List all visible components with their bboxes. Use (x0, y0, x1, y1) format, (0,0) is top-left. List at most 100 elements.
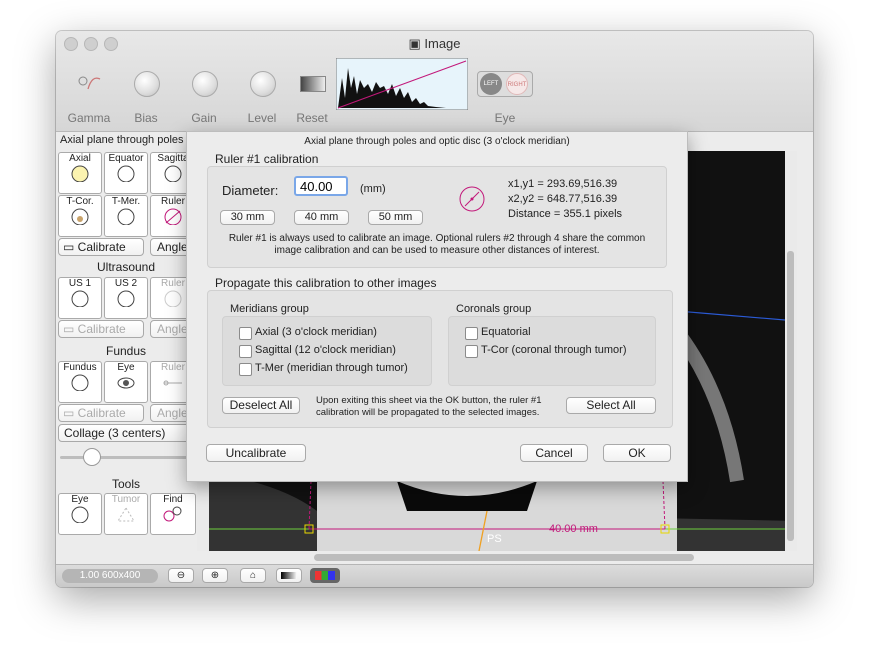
plane-label: Axial plane through poles an (60, 134, 196, 146)
select-all-button[interactable]: Select All (566, 397, 656, 414)
preset-50mm-button[interactable]: 50 mm (368, 210, 423, 225)
us1-icon (71, 290, 89, 308)
ruler-calibration-sheet: Axial plane through poles and optic disc… (186, 131, 688, 482)
histogram-display[interactable] (336, 58, 468, 110)
cancel-button[interactable]: Cancel (520, 444, 588, 462)
unit-label: (mm) (360, 183, 386, 195)
preset-30mm-button[interactable]: 30 mm (220, 210, 275, 225)
meridians-group: Axial (3 o'clock meridian) Sagittal (12 … (222, 316, 432, 386)
eye-outline-icon (71, 506, 89, 524)
ruler-icon (164, 208, 182, 226)
t-mer-icon (117, 208, 135, 226)
level-knob[interactable] (250, 71, 276, 97)
collage-select[interactable]: Collage (3 centers) (58, 424, 196, 442)
tool-t-cor[interactable]: T-Cor. (58, 195, 102, 237)
axial-icon (71, 165, 89, 183)
t-cor-checkbox-label: T-Cor (coronal through tumor) (481, 344, 627, 356)
tool-us2[interactable]: US 2 (104, 277, 148, 319)
zoom-out-icon[interactable]: ⊖ (168, 568, 194, 583)
meridians-title: Meridians group (230, 303, 309, 315)
t-cor-icon (71, 208, 89, 226)
ruler-bar-icon: ▭ (63, 240, 78, 254)
tool-eye-tool[interactable]: Eye (58, 493, 102, 535)
us-ruler-icon (164, 290, 182, 308)
tumor-icon (117, 507, 135, 522)
exit-note-line1: Upon exiting this sheet via the OK butto… (316, 395, 542, 406)
sagittal-checkbox[interactable] (239, 345, 252, 358)
deselect-all-button[interactable]: Deselect All (222, 397, 300, 414)
axial-checkbox[interactable] (239, 327, 252, 340)
horizontal-scrollbar[interactable] (314, 554, 694, 561)
us2-icon (117, 290, 135, 308)
diameter-input[interactable] (294, 176, 348, 196)
image-icon: ▣ (408, 36, 425, 51)
tool-find[interactable]: Find (150, 493, 196, 535)
reset-label: Reset (296, 111, 328, 125)
gain-label: Gain (191, 111, 217, 125)
ruler-note-line2: image calibration and can be used to mea… (274, 245, 600, 256)
ok-button[interactable]: OK (603, 444, 671, 462)
tool-eye[interactable]: Eye (104, 361, 148, 403)
ultrasound-title: Ultrasound (96, 260, 156, 274)
gamma-icon[interactable] (74, 71, 102, 95)
find-icon (163, 506, 182, 522)
t-mer-checkbox[interactable] (239, 363, 252, 376)
eye-label: Eye (494, 111, 516, 125)
tool-us1[interactable]: US 1 (58, 277, 102, 319)
grayscale-icon[interactable] (276, 568, 302, 583)
color-palette-icon[interactable] (310, 568, 340, 583)
fundus-calibrate-button[interactable]: ▭ Calibrate (58, 404, 144, 422)
bias-knob[interactable] (134, 71, 160, 97)
eye-icon (117, 377, 135, 389)
zoom-status: 1.00 600x400 (62, 569, 158, 583)
sagittal-checkbox-label: Sagittal (12 o'clock meridian) (255, 344, 396, 356)
uncalibrate-button[interactable]: Uncalibrate (206, 444, 306, 462)
title-bar: ▣ Image LEFT RIGHT Gamma Bias Gain Level… (56, 31, 813, 132)
reset-button[interactable] (300, 76, 326, 92)
preset-40mm-button[interactable]: 40 mm (294, 210, 349, 225)
eye-left-toggle[interactable]: LEFT (480, 73, 502, 95)
ps-label: PS (487, 533, 502, 545)
tool-tumor[interactable]: Tumor (104, 493, 148, 535)
distance-readout: Distance = 355.1 pixels (508, 208, 623, 220)
bias-label: Bias (134, 111, 158, 125)
eye-right-toggle[interactable]: RIGHT (506, 73, 528, 95)
ruler-calibration-title: Ruler #1 calibration (215, 152, 319, 166)
sagittal-icon (164, 165, 182, 183)
coord-point1: x1,y1 = 293.69,516.39 (508, 178, 618, 190)
equatorial-checkbox[interactable] (465, 327, 478, 340)
ruler-bar-icon: ▭ (63, 322, 78, 336)
equator-icon (117, 165, 135, 183)
tool-equator[interactable]: Equator (104, 152, 148, 194)
equatorial-checkbox-label: Equatorial (481, 326, 531, 338)
t-cor-checkbox[interactable] (465, 345, 478, 358)
tool-fundus[interactable]: Fundus (58, 361, 102, 403)
home-icon[interactable]: ⌂ (240, 568, 266, 583)
fundus-icon (71, 374, 89, 392)
diameter-label: Diameter: (222, 183, 279, 198)
ruler-circle-icon (459, 186, 485, 212)
zoom-slider-thumb[interactable] (83, 448, 101, 466)
left-tool-panel: Axial plane through poles an Axial Equat… (56, 132, 196, 562)
calibrate-button[interactable]: ▭ Calibrate (58, 238, 144, 256)
zoom-in-icon[interactable]: ⊕ (202, 568, 228, 583)
axial-checkbox-label: Axial (3 o'clock meridian) (255, 326, 377, 338)
fundus-title: Fundus (105, 344, 147, 358)
gamma-label: Gamma (67, 111, 111, 125)
zoom-slider-track[interactable] (60, 456, 192, 459)
eye-selector[interactable]: LEFT RIGHT (477, 71, 533, 97)
tool-axial[interactable]: Axial (58, 152, 102, 194)
us-calibrate-button[interactable]: ▭ Calibrate (58, 320, 144, 338)
fundus-ruler-icon (163, 380, 182, 386)
status-bar: 1.00 600x400 ⊖ ⊕ ⌂ (56, 564, 813, 587)
gain-knob[interactable] (192, 71, 218, 97)
tool-t-mer[interactable]: T-Mer. (104, 195, 148, 237)
propagate-title: Propagate this calibration to other imag… (215, 276, 437, 290)
window-title: ▣ Image (408, 36, 461, 51)
ruler-calibration-group: Diameter: (mm) 30 mm 40 mm 50 mm x1,y1 =… (207, 166, 667, 268)
t-mer-checkbox-label: T-Mer (meridian through tumor) (255, 362, 408, 374)
coord-point2: x2,y2 = 648.77,516.39 (508, 193, 618, 205)
level-label: Level (247, 111, 277, 125)
coronals-title: Coronals group (456, 303, 532, 315)
tools-title: Tools (111, 477, 140, 491)
